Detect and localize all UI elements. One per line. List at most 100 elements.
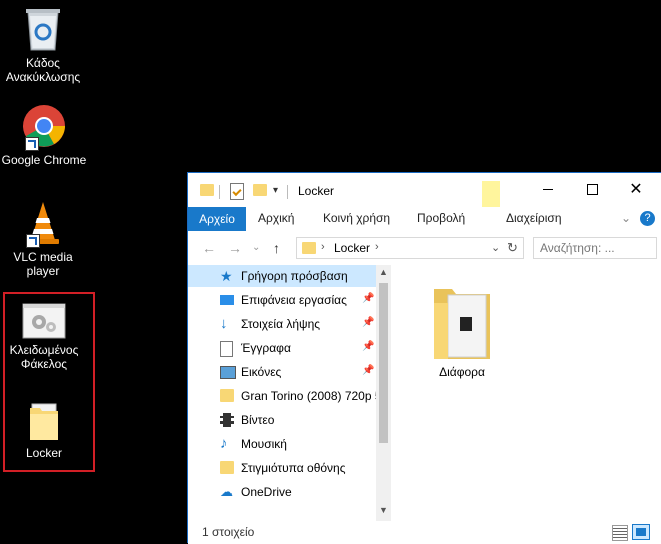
folder-icon xyxy=(220,461,234,474)
vlc-cone-icon xyxy=(22,200,64,248)
scroll-down-arrow-icon[interactable]: ▼ xyxy=(379,505,388,515)
nav-item-label: Έγγραφα xyxy=(241,341,291,355)
up-arrow-icon[interactable]: ↑ xyxy=(273,240,280,256)
address-bar-row: ← → ⌄ ↑ › Locker › ⌄ ↻ Αναζήτηση: ... xyxy=(188,231,661,263)
help-icon[interactable]: ? xyxy=(640,211,655,226)
large-icons-view-icon[interactable] xyxy=(632,524,650,540)
close-icon: ✕ xyxy=(629,181,643,198)
scroll-up-arrow-icon[interactable]: ▲ xyxy=(379,267,388,277)
minimize-icon xyxy=(543,188,553,190)
nav-item-label: Βίντεο xyxy=(241,413,275,427)
pictures-icon xyxy=(220,366,236,379)
gear-app-icon xyxy=(22,303,66,339)
breadcrumb-separator-icon: › xyxy=(321,241,325,253)
properties-icon[interactable] xyxy=(230,183,244,200)
nav-item-onedrive[interactable]: ☁ OneDrive xyxy=(188,481,376,503)
address-bar[interactable]: › Locker › ⌄ ↻ xyxy=(296,237,524,259)
document-icon xyxy=(220,341,233,357)
separator xyxy=(287,185,288,199)
breadcrumb-locker[interactable]: Locker xyxy=(334,241,370,255)
nav-item-music[interactable]: ♪ Μουσική xyxy=(188,433,376,455)
status-bar: 1 στοιχείο xyxy=(188,521,661,544)
item-count: 1 στοιχείο xyxy=(202,525,255,539)
nav-item-label: Στοιχεία λήψης xyxy=(241,317,321,331)
recycle-bin-icon xyxy=(22,6,64,52)
nav-item-videos[interactable]: Βίντεο xyxy=(188,409,376,431)
star-icon: ★ xyxy=(220,268,233,284)
desktop-icon-label: Κλειδωμένος Φάκελος xyxy=(9,343,79,371)
nav-item-label: OneDrive xyxy=(241,485,292,499)
maximize-icon xyxy=(586,183,598,195)
desktop-icon-label: Locker xyxy=(25,446,63,460)
navigation-pane: ★ Γρήγορη πρόσβαση Επιφάνεια εργασίας 📌 … xyxy=(188,265,391,521)
file-list: Διάφορα xyxy=(392,265,661,521)
desktop-icon-locker[interactable]: Locker xyxy=(0,400,89,460)
maximize-button[interactable] xyxy=(569,173,615,205)
shortcut-arrow-icon xyxy=(25,137,39,151)
nav-item-label: Στιγμιότυπα οθόνης xyxy=(241,461,346,475)
desktop-icon-label: Google Chrome xyxy=(1,153,87,167)
separator xyxy=(219,185,220,199)
cloud-icon: ☁ xyxy=(220,484,233,499)
minimize-button[interactable] xyxy=(525,173,571,205)
address-dropdown-icon[interactable]: ⌄ xyxy=(491,241,500,254)
window-title: Locker xyxy=(298,184,335,198)
nav-item-desktop[interactable]: Επιφάνεια εργασίας 📌 xyxy=(188,289,376,311)
nav-item-documents[interactable]: Έγγραφα 📌 xyxy=(188,337,376,359)
pin-icon: 📌 xyxy=(362,293,375,304)
scrollbar-thumb[interactable] xyxy=(379,283,388,443)
folder-icon xyxy=(200,184,214,196)
nav-item-label: Εικόνες xyxy=(241,365,282,379)
close-button[interactable]: ✕ xyxy=(613,173,659,205)
desktop-icon xyxy=(220,295,234,305)
recent-locations-chevron-icon[interactable]: ⌄ xyxy=(252,242,260,253)
nav-item-label: Γρήγορη πρόσβαση xyxy=(241,269,348,283)
folder-icon xyxy=(302,242,316,254)
desktop-icon-recycle-bin[interactable]: Κάδος Ανακύκλωσης xyxy=(0,6,88,84)
list-item-label: Διάφορα xyxy=(439,365,485,379)
tab-manage[interactable]: Διαχείριση xyxy=(506,211,562,225)
nav-item-label: Gran Torino (2008) 720p 5 xyxy=(241,389,382,403)
manage-context-highlight xyxy=(482,181,500,208)
chrome-icon xyxy=(21,103,67,151)
folder-icon xyxy=(430,281,494,361)
video-icon xyxy=(220,413,234,427)
desktop-icon-locked-folder[interactable]: Κλειδωμένος Φάκελος xyxy=(0,303,89,371)
details-view-icon[interactable] xyxy=(612,525,628,541)
ribbon-expand-chevron-icon[interactable]: ⌄ xyxy=(621,211,631,225)
nav-pane-scrollbar[interactable]: ▲ ▼ xyxy=(376,265,391,521)
new-folder-icon[interactable] xyxy=(253,184,267,196)
nav-item-downloads[interactable]: ↓ Στοιχεία λήψης 📌 xyxy=(188,313,376,335)
desktop-icon-label: Κάδος Ανακύκλωσης xyxy=(5,56,81,84)
nav-item-label: Μουσική xyxy=(241,437,287,451)
explorer-window: ▾ Locker ✕ Αρχείο Αρχική Κοινή χρήση Προ… xyxy=(187,172,661,544)
back-arrow-icon[interactable]: ← xyxy=(202,240,216,256)
tab-home[interactable]: Αρχική xyxy=(258,211,294,225)
tab-view[interactable]: Προβολή xyxy=(417,211,465,225)
breadcrumb-separator-icon: › xyxy=(375,241,379,253)
folder-icon xyxy=(26,400,62,442)
nav-item-screenshots[interactable]: Στιγμιότυπα οθόνης xyxy=(188,457,376,479)
search-input[interactable]: Αναζήτηση: ... xyxy=(533,237,657,259)
tab-share[interactable]: Κοινή χρήση xyxy=(323,211,390,225)
desktop-icon-label: VLC media player xyxy=(13,250,73,278)
pin-icon: 📌 xyxy=(362,317,375,328)
desktop-icon-google-chrome[interactable]: Google Chrome xyxy=(0,103,89,167)
tab-file[interactable]: Αρχείο xyxy=(188,207,246,231)
search-placeholder: Αναζήτηση: ... xyxy=(540,241,615,255)
forward-arrow-icon[interactable]: → xyxy=(228,240,242,256)
nav-item-label: Επιφάνεια εργασίας xyxy=(241,293,347,307)
folder-icon xyxy=(220,389,234,402)
nav-item-gran-torino[interactable]: Gran Torino (2008) 720p 5 xyxy=(188,385,382,407)
nav-item-quick-access[interactable]: ★ Γρήγορη πρόσβαση xyxy=(188,265,376,287)
shortcut-arrow-icon xyxy=(26,234,40,248)
pin-icon: 📌 xyxy=(362,341,375,352)
ribbon-tabs: Αρχείο Αρχική Κοινή χρήση Προβολή Διαχεί… xyxy=(188,207,661,232)
nav-item-pictures[interactable]: Εικόνες 📌 xyxy=(188,361,376,383)
download-icon: ↓ xyxy=(220,315,228,332)
refresh-icon[interactable]: ↻ xyxy=(507,240,518,256)
desktop-icon-vlc[interactable]: VLC media player xyxy=(0,200,88,278)
music-icon: ♪ xyxy=(220,435,228,452)
customize-toolbar-dropdown-icon[interactable]: ▾ xyxy=(273,185,278,196)
list-item[interactable]: Διάφορα xyxy=(422,277,502,385)
